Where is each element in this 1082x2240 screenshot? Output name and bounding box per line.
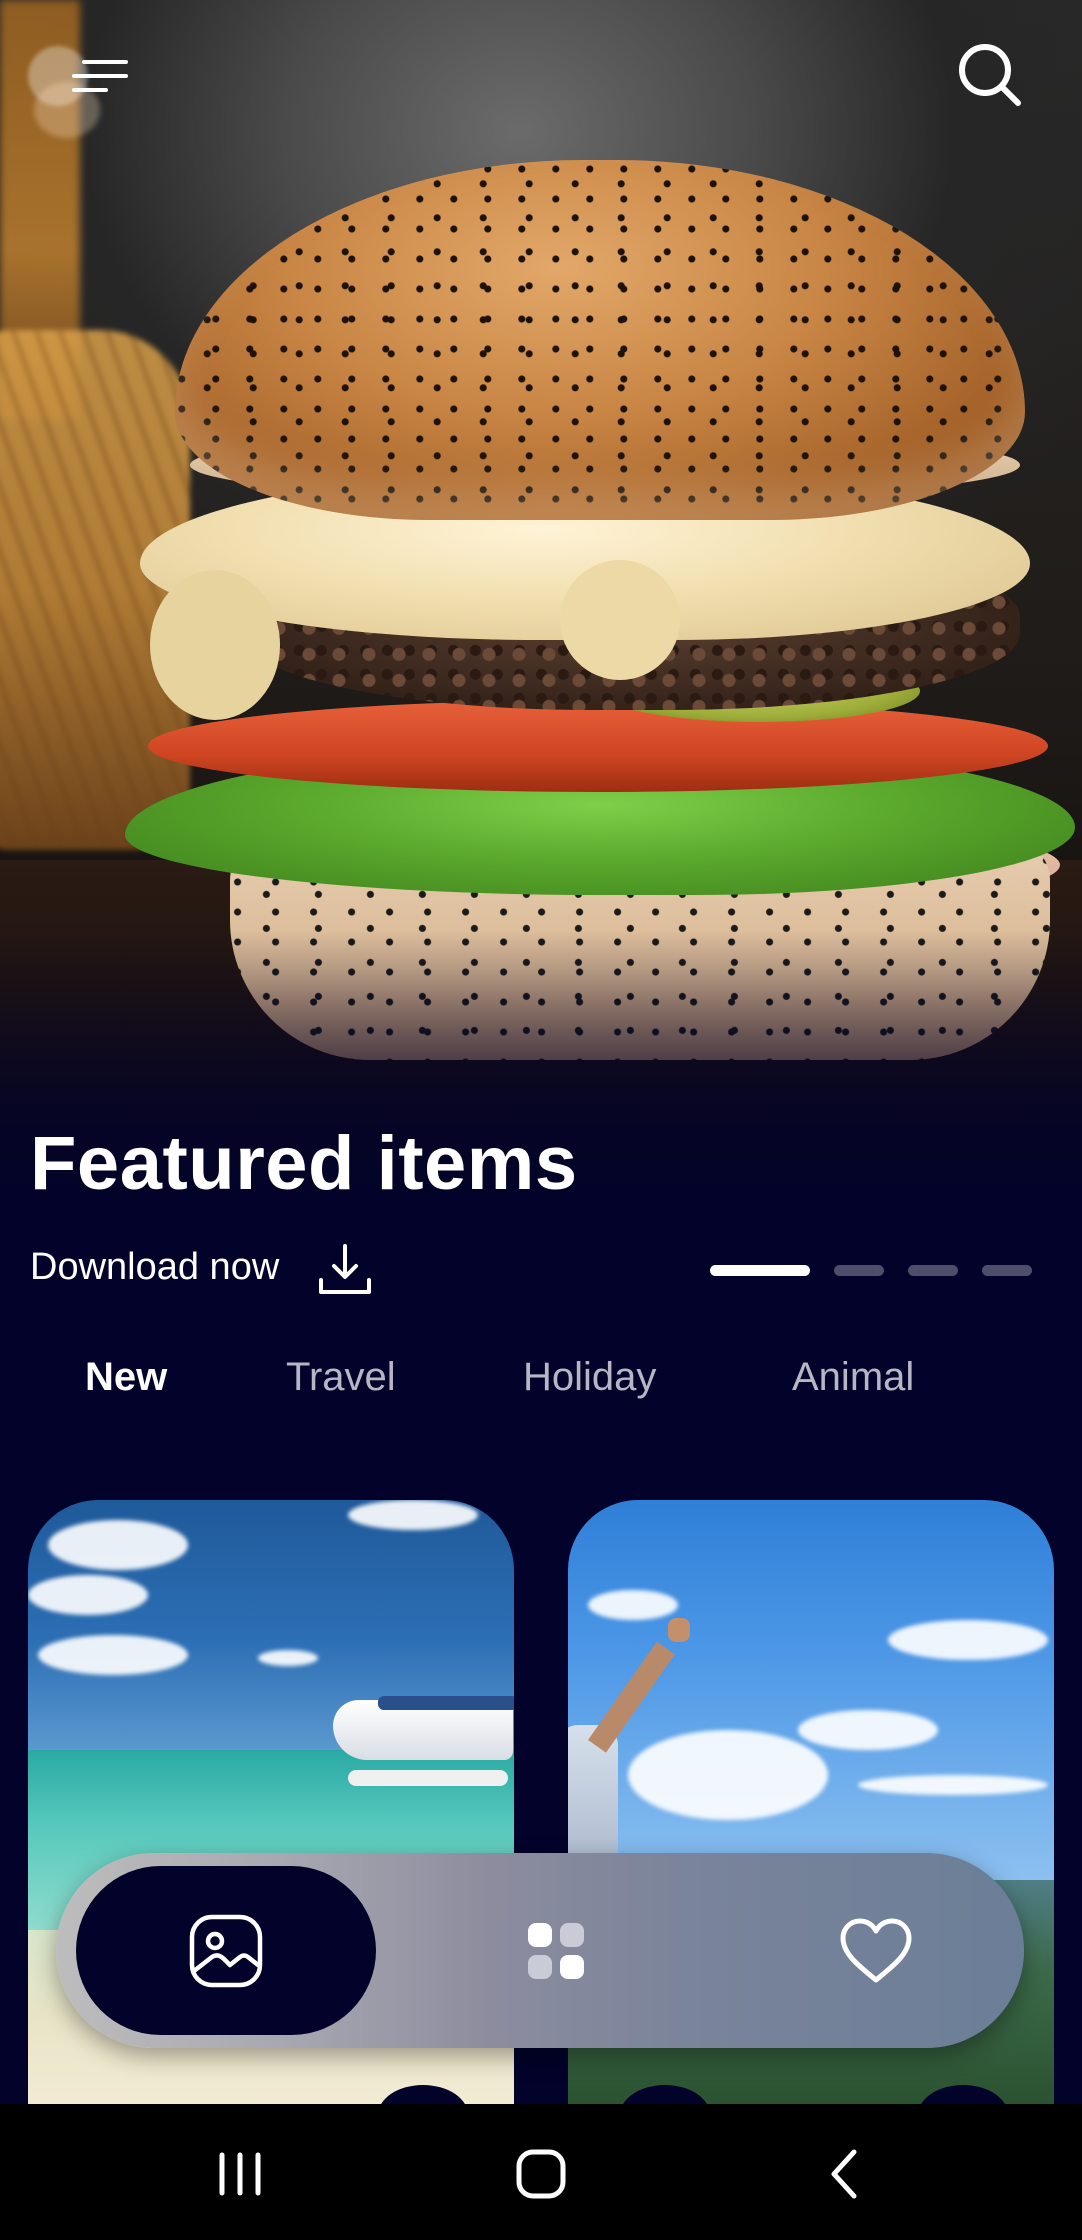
cloud [588, 1590, 678, 1620]
tab-travel[interactable]: Travel [286, 1355, 396, 1400]
home-button[interactable] [501, 2134, 581, 2214]
menu-button[interactable] [22, 42, 132, 142]
category-tabs: New Travel Holiday Animal [0, 1355, 1082, 1415]
tab-new[interactable]: New [85, 1355, 167, 1400]
search-button[interactable] [955, 40, 1025, 110]
cloud [28, 1575, 148, 1615]
tab-holiday[interactable]: Holiday [523, 1355, 656, 1400]
nav-apps-button[interactable] [476, 1853, 636, 2048]
burger-bun-top [175, 160, 1025, 520]
system-nav-bar [0, 2104, 1082, 2240]
recents-button[interactable] [200, 2134, 280, 2214]
pager-dot[interactable] [982, 1265, 1032, 1276]
pager-dot-active[interactable] [710, 1265, 810, 1276]
hero-title: Featured items [30, 1121, 578, 1206]
cloud [888, 1620, 1048, 1660]
cloud [258, 1650, 318, 1666]
back-button[interactable] [805, 2134, 885, 2214]
app-screen: Featured items Download now New Travel H… [0, 0, 1082, 2240]
cloud [38, 1635, 188, 1675]
cheese-drip [560, 560, 680, 680]
cheese-drip [150, 570, 280, 720]
cloud [48, 1520, 188, 1570]
person-fist [668, 1618, 690, 1642]
download-icon [319, 1244, 372, 1294]
home-icon [516, 2149, 566, 2199]
fries-decoration [0, 330, 190, 850]
seaplane-wing [378, 1696, 514, 1710]
carousel-pager [710, 1265, 1032, 1276]
search-icon [959, 44, 1021, 106]
download-button[interactable]: Download now [30, 1232, 375, 1302]
image-icon [189, 1914, 263, 1987]
cloud [348, 1500, 478, 1530]
cloud [798, 1710, 938, 1750]
nav-gallery-button[interactable] [76, 1866, 376, 2035]
seaplane-float [348, 1770, 508, 1786]
heart-icon [840, 1918, 912, 1982]
pager-dot[interactable] [834, 1265, 884, 1276]
back-icon [831, 2149, 857, 2199]
burger-tomato [148, 700, 1048, 792]
menu-icon [72, 60, 128, 92]
nav-favorites-button[interactable] [756, 1853, 996, 2048]
cloud [858, 1775, 1048, 1795]
hero-banner[interactable] [0, 0, 1082, 1310]
pager-dot[interactable] [908, 1265, 958, 1276]
bottom-nav-bar [56, 1853, 1024, 2048]
download-label: Download now [30, 1245, 280, 1288]
recents-icon [219, 2152, 261, 2196]
grid-icon [528, 1922, 584, 1979]
tab-animal[interactable]: Animal [792, 1355, 914, 1400]
